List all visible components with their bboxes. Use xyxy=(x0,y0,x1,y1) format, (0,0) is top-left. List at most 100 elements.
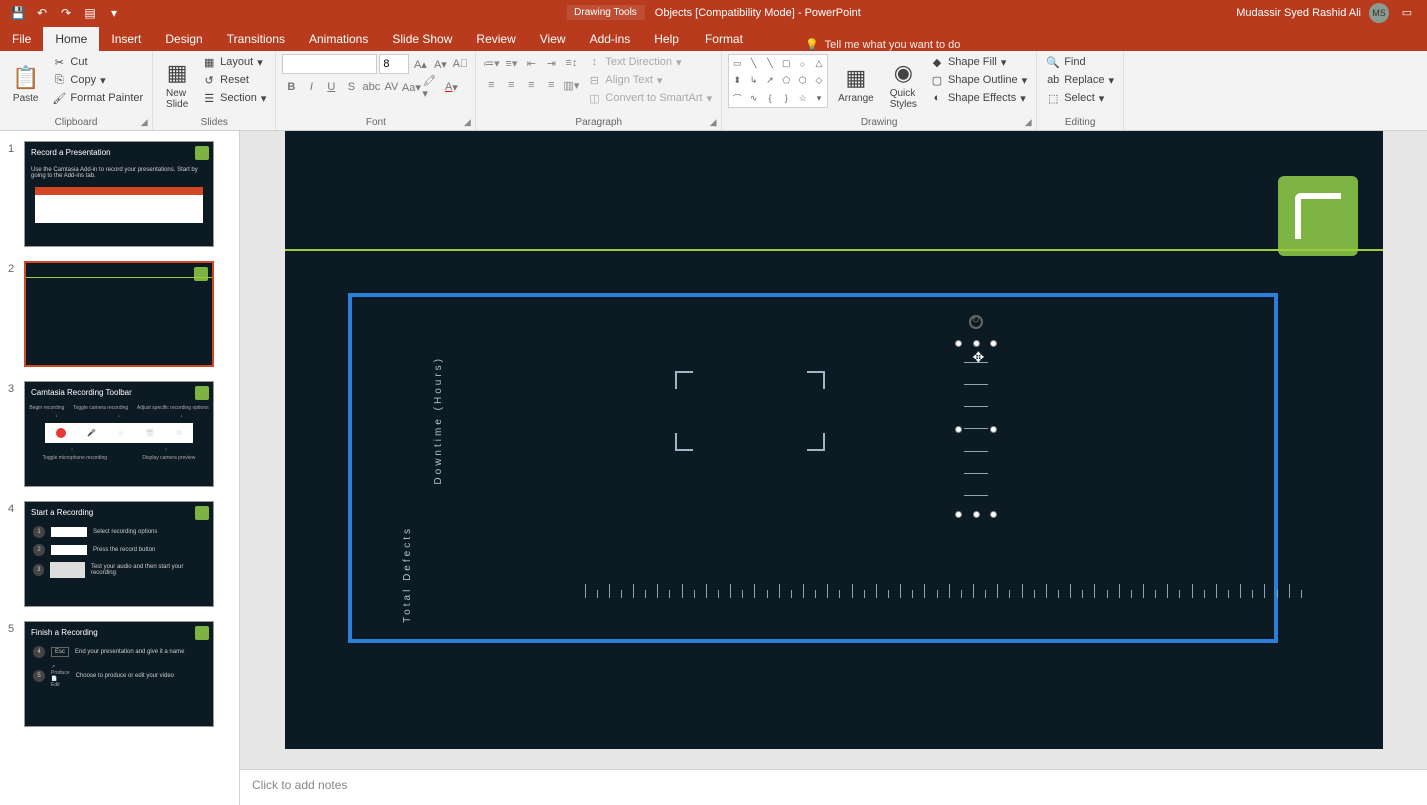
slide-canvas[interactable]: Downtime (Hours) Total Defects xyxy=(285,131,1383,749)
slide-thumbnail-5[interactable]: Finish a Recording 4EscEnd your presenta… xyxy=(24,621,214,727)
resize-handle[interactable] xyxy=(990,511,997,518)
format-painter-button[interactable]: 🖌Format Painter xyxy=(49,90,146,106)
tab-slideshow[interactable]: Slide Show xyxy=(380,27,464,51)
slide-thumbnail-panel[interactable]: 1 Record a Presentation Use the Camtasia… xyxy=(0,131,240,805)
align-center-button[interactable]: ≡ xyxy=(502,76,520,94)
tab-insert[interactable]: Insert xyxy=(99,27,153,51)
character-spacing-button[interactable]: AV xyxy=(382,78,400,96)
thumb-divider xyxy=(26,277,212,278)
resize-handle[interactable] xyxy=(973,340,980,347)
increase-indent-button[interactable]: ⇥ xyxy=(542,54,560,72)
notes-pane[interactable]: Click to add notes xyxy=(240,769,1427,805)
shape-fill-button[interactable]: ◆Shape Fill ▾ xyxy=(927,54,1030,70)
slide-thumbnail-3[interactable]: Camtasia Recording Toolbar Begin recordi… xyxy=(24,381,214,487)
slide-thumbnail-1[interactable]: Record a Presentation Use the Camtasia A… xyxy=(24,141,214,247)
shape-effects-icon: ◐ xyxy=(930,91,944,105)
start-from-beginning-icon[interactable]: ▤ xyxy=(82,5,98,21)
save-icon[interactable]: 💾 xyxy=(10,5,26,21)
align-left-button[interactable]: ≡ xyxy=(482,76,500,94)
font-size-input[interactable] xyxy=(379,54,409,74)
change-case-button[interactable]: Aa▾ xyxy=(402,78,420,96)
underline-button[interactable]: U xyxy=(322,78,340,96)
tab-transitions[interactable]: Transitions xyxy=(215,27,297,51)
align-text-button[interactable]: ⊟Align Text ▾ xyxy=(584,72,715,88)
tab-home[interactable]: Home xyxy=(43,27,99,51)
strikethrough-button[interactable]: S xyxy=(342,78,360,96)
columns-button[interactable]: ▥▾ xyxy=(562,76,580,94)
replace-button[interactable]: abReplace ▾ xyxy=(1043,72,1117,88)
find-button[interactable]: 🔍Find xyxy=(1043,54,1117,70)
numbering-button[interactable]: ≡▾ xyxy=(502,54,520,72)
clipboard-dialog-launcher[interactable]: ◢ xyxy=(138,116,150,128)
contextual-tab-label: Drawing Tools xyxy=(566,5,645,20)
shape-outline-button[interactable]: ▢Shape Outline ▾ xyxy=(927,72,1030,88)
resize-handle[interactable] xyxy=(990,426,997,433)
resize-handle[interactable] xyxy=(955,511,962,518)
redo-icon[interactable]: ↷ xyxy=(58,5,74,21)
qat-dropdown-icon[interactable]: ▾ xyxy=(106,5,122,21)
paste-button[interactable]: 📋 Paste xyxy=(6,54,45,115)
new-slide-button[interactable]: ▦ New Slide xyxy=(159,54,195,115)
font-group-label: Font xyxy=(282,115,469,130)
tab-help[interactable]: Help xyxy=(642,27,691,51)
y-axis-label-downtime: Downtime (Hours) xyxy=(433,356,444,485)
tab-animations[interactable]: Animations xyxy=(297,27,380,51)
user-name: Mudassir Syed Rashid Ali xyxy=(1236,7,1361,19)
slide-number: 1 xyxy=(8,141,24,247)
camtasia-logo-icon xyxy=(1278,176,1358,256)
undo-icon[interactable]: ↶ xyxy=(34,5,50,21)
font-dialog-launcher[interactable]: ◢ xyxy=(461,116,473,128)
layout-button[interactable]: ▦Layout ▾ xyxy=(199,54,269,70)
resize-handle[interactable] xyxy=(973,511,980,518)
align-right-button[interactable]: ≡ xyxy=(522,76,540,94)
find-icon: 🔍 xyxy=(1046,55,1060,69)
cut-button[interactable]: ✂Cut xyxy=(49,54,146,70)
font-color-button[interactable]: A▾ xyxy=(442,78,460,96)
arrange-button[interactable]: ▦ Arrange xyxy=(832,54,880,115)
select-button[interactable]: ⬚Select ▾ xyxy=(1043,90,1117,106)
clear-formatting-icon[interactable]: A⃠ xyxy=(451,55,469,73)
text-direction-button[interactable]: ↕Text Direction ▾ xyxy=(584,54,715,70)
increase-font-icon[interactable]: A▴ xyxy=(411,55,429,73)
shadow-button[interactable]: abc xyxy=(362,78,380,96)
new-slide-label: New Slide xyxy=(166,88,188,110)
user-avatar[interactable]: MS xyxy=(1369,3,1389,23)
shapes-gallery[interactable]: ▭╲╲▢○△ ⬍↳↗⬠⬡◇ ⌒∿{}☆▾ xyxy=(728,54,828,108)
tab-file[interactable]: File xyxy=(0,27,43,51)
shape-effects-button[interactable]: ◐Shape Effects ▾ xyxy=(927,90,1030,106)
highlight-button[interactable]: 🖍▾ xyxy=(422,78,440,96)
tab-design[interactable]: Design xyxy=(153,27,214,51)
tab-view[interactable]: View xyxy=(528,27,578,51)
drawing-dialog-launcher[interactable]: ◢ xyxy=(1022,116,1034,128)
tab-addins[interactable]: Add-ins xyxy=(578,27,643,51)
italic-button[interactable]: I xyxy=(302,78,320,96)
slide-thumbnail-4[interactable]: Start a Recording 1Select recording opti… xyxy=(24,501,214,607)
resize-handle[interactable] xyxy=(955,426,962,433)
justify-button[interactable]: ≡ xyxy=(542,76,560,94)
convert-smartart-button[interactable]: ◫Convert to SmartArt ▾ xyxy=(584,90,715,106)
copy-button[interactable]: ⎘Copy ▾ xyxy=(49,72,146,88)
thumb-title: Finish a Recording xyxy=(25,622,213,643)
resize-handle[interactable] xyxy=(955,340,962,347)
section-button[interactable]: ☰Section ▾ xyxy=(199,90,269,106)
reset-button[interactable]: ↺Reset xyxy=(199,72,269,88)
bullets-button[interactable]: ≔▾ xyxy=(482,54,500,72)
tab-format[interactable]: Format xyxy=(693,27,755,51)
font-name-input[interactable] xyxy=(282,54,377,74)
tell-me-search[interactable]: 💡 Tell me what you want to do xyxy=(805,38,960,51)
slide-canvas-area[interactable]: Downtime (Hours) Total Defects xyxy=(240,131,1427,769)
slide-thumbnail-2[interactable] xyxy=(24,261,214,367)
group-font: A▴ A▾ A⃠ B I U S abc AV Aa▾ 🖍▾ A▾ Font ◢ xyxy=(276,51,476,130)
rotate-handle[interactable] xyxy=(969,315,983,329)
decrease-font-icon[interactable]: A▾ xyxy=(431,55,449,73)
decrease-indent-button[interactable]: ⇤ xyxy=(522,54,540,72)
tab-review[interactable]: Review xyxy=(464,27,527,51)
ribbon-options-icon[interactable]: ▭ xyxy=(1397,5,1417,21)
chevron-down-icon: ▾ xyxy=(1109,74,1115,87)
paragraph-dialog-launcher[interactable]: ◢ xyxy=(707,116,719,128)
resize-handle[interactable] xyxy=(990,340,997,347)
quick-styles-button[interactable]: ◉ Quick Styles xyxy=(884,54,923,115)
line-spacing-button[interactable]: ≡↕ xyxy=(562,54,580,72)
bold-button[interactable]: B xyxy=(282,78,300,96)
selected-shape[interactable] xyxy=(958,343,994,515)
